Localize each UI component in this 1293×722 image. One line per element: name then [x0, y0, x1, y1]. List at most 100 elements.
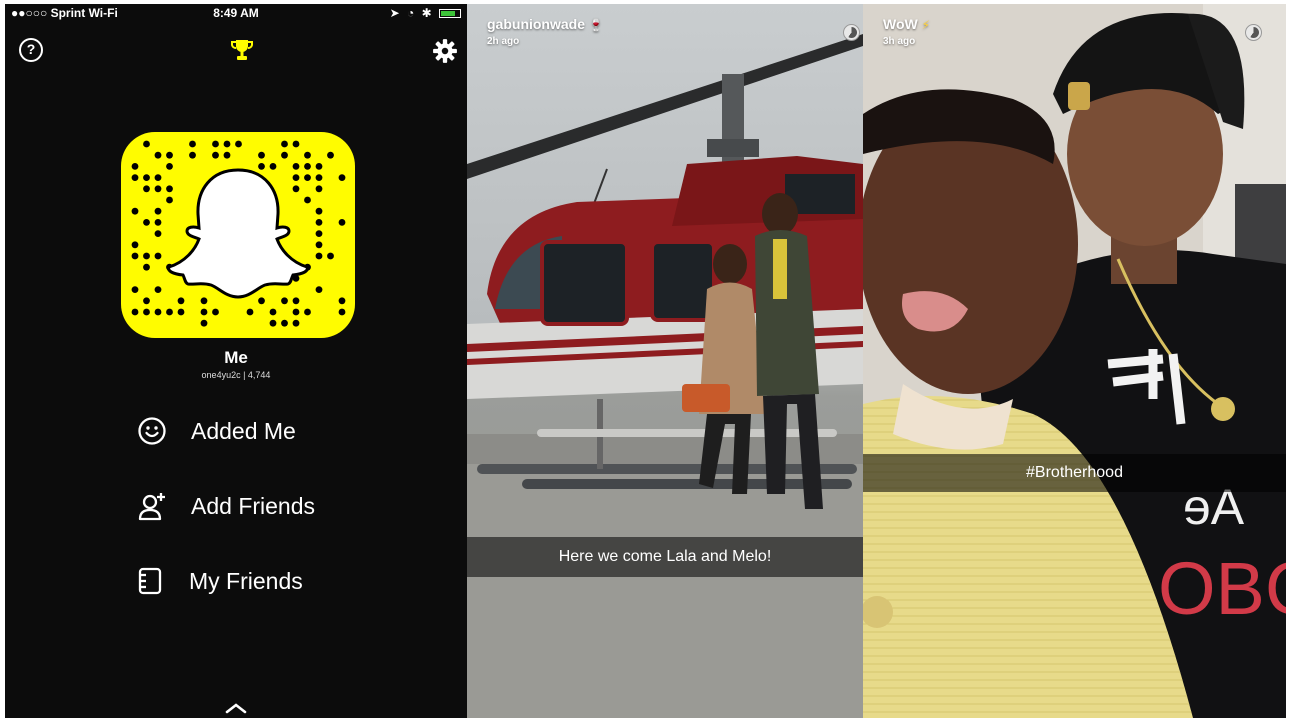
snapcode-dot: [154, 207, 162, 215]
snapcode-dot: [200, 297, 208, 305]
snapcode-dot: [292, 308, 300, 316]
snapcode-dot: [154, 230, 162, 237]
snapcode-dot: [212, 151, 219, 159]
status-icons: ➤ ◔ ✱: [390, 6, 461, 20]
trophy-icon[interactable]: [230, 38, 254, 62]
snapcode-dot: [200, 319, 208, 327]
snapcode-dot: [315, 174, 323, 181]
battery-icon: [439, 9, 461, 19]
snapcode-dot: [315, 163, 323, 170]
timer-icon: [1245, 24, 1262, 41]
snapcode-dot: [177, 308, 185, 316]
snapcode-dot: [235, 140, 242, 148]
emoji-icon: 🍷: [588, 18, 604, 32]
snapcode-dot: [154, 219, 162, 226]
snapcode-dot: [131, 163, 139, 170]
snapcode-dot: [281, 319, 288, 327]
snapcode-dot: [143, 297, 150, 305]
snapcode-dot: [269, 163, 277, 170]
snapcode-dot: [131, 241, 139, 249]
snapcode-dot: [154, 151, 162, 159]
snap-caption: #Brotherhood: [863, 454, 1286, 492]
snapcode-dot: [166, 151, 173, 159]
my-friends-button[interactable]: My Friends: [135, 564, 303, 598]
snapcode-dot: [292, 297, 300, 305]
snapcode-dot: [292, 185, 300, 193]
snapcode-dot: [143, 185, 150, 193]
snapcode-dot: [338, 297, 346, 305]
snapcode-dot: [327, 252, 334, 260]
snapcode-dot: [166, 163, 173, 170]
snap-caption: Here we come Lala and Melo!: [467, 537, 863, 577]
chevron-up-icon[interactable]: [225, 702, 247, 714]
timer-icon: [843, 24, 860, 41]
add-friends-button[interactable]: Add Friends: [137, 489, 315, 523]
snapcode-dot: [281, 140, 288, 148]
snapcode-dot: [304, 308, 311, 316]
snapcode-dot: [269, 308, 277, 316]
snapcode-dot: [292, 319, 300, 327]
snapcode-dot: [223, 140, 231, 148]
snapcode-dot: [292, 140, 300, 148]
snapcode-dot: [304, 174, 311, 181]
snapcode-dot: [304, 196, 311, 204]
address-book-icon: [138, 567, 162, 595]
snapcode-dots: [131, 140, 346, 327]
snapcode-dot: [315, 219, 323, 226]
snapcode-dot: [315, 230, 323, 237]
lightning-icon: ⚡: [921, 18, 931, 32]
story-time: 3h ago: [883, 36, 916, 47]
snapcode-dot: [154, 174, 162, 181]
snapcode-dot: [315, 207, 323, 215]
story-username-label: WoW: [883, 16, 918, 32]
profile-name: Me: [224, 348, 248, 367]
snapcode-dot: [281, 151, 288, 159]
snapcode-dot: [315, 241, 323, 249]
snapcode-dot: [154, 308, 162, 316]
gear-icon[interactable]: [432, 38, 458, 64]
story-time: 2h ago: [487, 36, 520, 47]
snapcode-dot: [327, 151, 334, 159]
snapcode-dot: [154, 185, 162, 193]
snapcode-dot: [258, 163, 265, 170]
snapcode-dot: [304, 151, 311, 159]
snapcode-dot: [166, 196, 173, 204]
snapcode-dot: [143, 263, 150, 271]
snapcode-dot: [177, 297, 185, 305]
snapcode-dot: [304, 163, 311, 170]
snapcode-dot: [315, 185, 323, 193]
snapcode-dot: [246, 308, 254, 316]
snapcode-dot: [269, 319, 277, 327]
svg-text:OBC: OBC: [1158, 547, 1286, 630]
add-friends-label: Add Friends: [191, 492, 316, 519]
username-score: one4yu2c | 4,744: [201, 370, 271, 380]
snapcode-dot: [143, 174, 150, 181]
snapcode[interactable]: [121, 132, 355, 338]
story-view-selfie[interactable]: ɘA OBC WoW ⚡ 3h ago #Brot: [863, 4, 1286, 718]
help-icon[interactable]: ?: [19, 38, 43, 62]
snapcode-dot: [131, 174, 139, 181]
ghost-icon: [167, 168, 309, 299]
snapcode-dot: [200, 308, 208, 316]
story-username[interactable]: gabunionwade 🍷: [487, 16, 604, 32]
smiley-icon: [138, 417, 166, 445]
snapcode-dot: [315, 252, 323, 260]
snapcode-dot: [131, 252, 139, 260]
my-friends-label: My Friends: [189, 567, 303, 594]
snapcode-dot: [258, 297, 265, 305]
snapcode-dot: [189, 151, 196, 159]
added-me-button[interactable]: Added Me: [137, 414, 296, 448]
snapcode-dot: [315, 286, 323, 293]
snapcode-dot: [212, 140, 219, 148]
helicopter-photo: [467, 34, 863, 718]
snapcode-dot: [258, 151, 265, 159]
snapcode-dot: [223, 151, 231, 159]
story-view-helicopter[interactable]: gabunionwade 🍷 2h ago Here we come Lala …: [467, 4, 863, 718]
story-username-label: gabunionwade: [487, 16, 585, 32]
snapcode-dot: [154, 286, 162, 293]
snapcode-dot: [189, 140, 196, 148]
snapcode-dot: [281, 297, 288, 305]
snapcode-dot: [143, 252, 150, 260]
added-me-label: Added Me: [191, 417, 296, 444]
story-username[interactable]: WoW ⚡: [883, 16, 930, 32]
